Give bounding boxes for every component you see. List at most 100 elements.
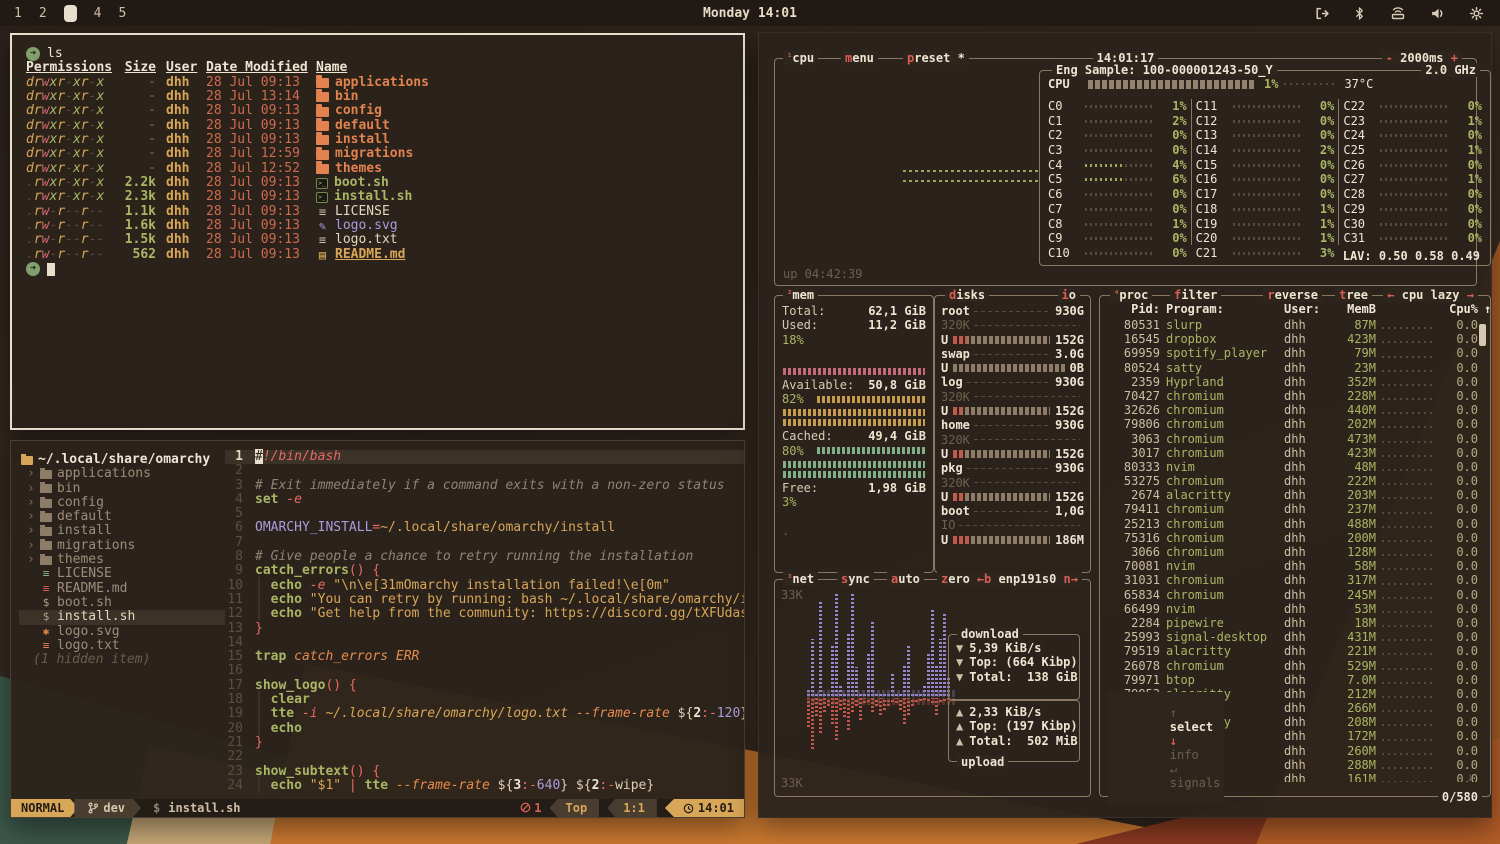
tree-item-boot.sh[interactable]: $boot.sh	[19, 596, 225, 610]
down-arrow-icon: ▼	[956, 655, 963, 669]
process-row[interactable]: 80524sattydhh23M0.0	[1108, 361, 1482, 375]
volume-icon[interactable]	[1430, 6, 1445, 21]
code-pane[interactable]: 1#!/bin/bash23# Exit immediately if a co…	[225, 441, 744, 799]
process-row[interactable]: 70427chromiumdhh228M0.0	[1108, 389, 1482, 403]
core-row: C201%	[1196, 231, 1335, 246]
filter-tab[interactable]: filter	[1170, 288, 1221, 302]
tree-item-applications[interactable]: ›applications	[19, 467, 225, 481]
desktop: 1245 Monday 14:01 ➜ ls Permissions Size …	[0, 0, 1500, 844]
net-box-title[interactable]: ³net	[783, 572, 818, 586]
disks-box: disks io root930G320KU152Gswap3.0GU0Blog…	[934, 295, 1091, 573]
bluetooth-icon[interactable]	[1353, 6, 1366, 21]
core-row: C20%	[1048, 128, 1187, 143]
core-grid: C01%C12%C20%C30%C44%C56%C60%C70%C81%C90%…	[1044, 99, 1486, 245]
code-line: 2	[225, 464, 744, 478]
core-row: C181%	[1196, 202, 1335, 217]
tree-tab[interactable]: tree	[1335, 288, 1372, 302]
disk-entry: pkg930G	[941, 461, 1084, 475]
proc-scrollbar[interactable]	[1479, 324, 1486, 346]
menu-tab[interactable]: menu	[841, 51, 878, 65]
process-row[interactable]: 53275chromiumdhh222M0.0	[1108, 474, 1482, 488]
disk-used-meter	[953, 364, 1064, 372]
command: ls	[47, 47, 63, 61]
core-row: C280%	[1343, 187, 1482, 202]
network-icon[interactable]	[1390, 6, 1406, 21]
tree-item-install.sh[interactable]: $install.sh	[19, 610, 225, 624]
sort-switcher[interactable]: ← cpu lazy →	[1383, 288, 1478, 302]
script-icon: $	[40, 596, 52, 610]
process-row[interactable]: 66499nvimdhh53M0.0	[1108, 602, 1482, 616]
prompt-line: ➜ ls	[26, 47, 729, 61]
reverse-tab[interactable]: reverse	[1263, 288, 1322, 302]
top-bar: 1245 Monday 14:01	[0, 0, 1500, 26]
disk-used-meter	[953, 336, 1050, 344]
prompt-arrow-icon: ➜	[26, 262, 40, 276]
tree-item-logo.txt[interactable]: ≡logo.txt	[19, 639, 225, 653]
download-graph	[807, 592, 957, 696]
folder-icon	[40, 499, 52, 508]
branch-icon	[88, 802, 98, 814]
btop-window[interactable]: ¹cpu menu preset * 14:01:17 - 2000ms + u…	[758, 32, 1492, 818]
signals-button[interactable]: signals	[1170, 776, 1221, 790]
process-row[interactable]: 32626chromiumdhh440M0.0	[1108, 403, 1482, 417]
process-row[interactable]: 2359Hyprlanddhh352M0.0	[1108, 375, 1482, 389]
process-row[interactable]: 80531slurpdhh87M0.0	[1108, 318, 1482, 332]
interface-switcher[interactable]: ←b enp191s0 n→	[973, 572, 1082, 586]
settings-icon[interactable]	[1469, 6, 1484, 21]
process-row[interactable]: 31031chromiumdhh317M0.0	[1108, 573, 1482, 587]
tree-item-LICENSE[interactable]: ≡LICENSE	[19, 567, 225, 581]
process-row[interactable]: 79971btopdhh7.0M0.0	[1108, 673, 1482, 687]
zero-tab[interactable]: zero	[937, 572, 974, 586]
process-row[interactable]: 16545dropboxdhh423M0.0	[1108, 332, 1482, 346]
process-row[interactable]: 25213chromiumdhh488M0.0	[1108, 517, 1482, 531]
process-row[interactable]: 3063chromiumdhh473M0.0	[1108, 432, 1482, 446]
tree-item-themes[interactable]: ›themes	[19, 553, 225, 567]
tree-item-logo.svg[interactable]: ✱logo.svg	[19, 625, 225, 639]
preset-tab[interactable]: preset *	[903, 51, 969, 65]
process-row[interactable]: 65834chromiumdhh245M0.0	[1108, 588, 1482, 602]
process-row[interactable]: 25993signal-desktopdhh431M0.0	[1108, 630, 1482, 644]
tree-item-default[interactable]: ›default	[19, 510, 225, 524]
code-line: 21}	[225, 736, 744, 750]
process-row[interactable]: 3017chromiumdhh423M0.0	[1108, 446, 1482, 460]
tree-item-install[interactable]: ›install	[19, 524, 225, 538]
auto-tab[interactable]: auto	[887, 572, 924, 586]
file-tree: ~/.local/share/omarchy›applications›bin›…	[11, 441, 225, 799]
error-icon	[520, 802, 531, 813]
tree-item-config[interactable]: ›config	[19, 496, 225, 510]
process-row[interactable]: 26078chromiumdhh529M0.0	[1108, 659, 1482, 673]
code-line: 12│ echo "Get help from the community: h…	[225, 607, 744, 621]
process-row[interactable]: 79519alacrittydhh221M0.0	[1108, 644, 1482, 658]
code-line: 23show_subtext() {	[225, 765, 744, 779]
sync-tab[interactable]: sync	[837, 572, 874, 586]
info-button[interactable]: info	[1170, 748, 1199, 762]
process-row[interactable]: 3066chromiumdhh128M0.0	[1108, 545, 1482, 559]
process-row[interactable]: 79411chromiumdhh237M0.0	[1108, 502, 1482, 516]
process-row[interactable]: 2284pipewiredhh18M0.0	[1108, 616, 1482, 630]
process-row[interactable]: 2674alacrittydhh203M0.0	[1108, 488, 1482, 502]
proc-box: ⁴proc filter reverse tree ← cpu lazy → P…	[1099, 295, 1491, 797]
tree-item-migrations[interactable]: ›migrations	[19, 539, 225, 553]
tree-root[interactable]: ~/.local/share/omarchy	[19, 453, 225, 467]
cpu-box-title[interactable]: ¹cpu	[783, 51, 818, 65]
mem-box-title[interactable]: ²mem	[783, 288, 818, 302]
process-row[interactable]: 69959spotify_playerdhh79M0.0	[1108, 346, 1482, 360]
process-row[interactable]: 70081nvimdhh58M0.0	[1108, 559, 1482, 573]
process-row[interactable]: 80333nvimdhh48M0.0	[1108, 460, 1482, 474]
prompt-line[interactable]: ➜	[26, 262, 729, 276]
logout-icon[interactable]	[1314, 6, 1329, 21]
readme-icon: ≡	[40, 582, 52, 596]
file-row: drwxr-xr-x-dhh28 Jul 09:13config	[26, 104, 729, 118]
code-line: 4set -e	[225, 493, 744, 507]
terminal-window[interactable]: ➜ ls Permissions Size User Date Modified…	[10, 33, 745, 430]
editor-window[interactable]: ~/.local/share/omarchy›applications›bin›…	[10, 440, 745, 818]
process-row[interactable]: 75316chromiumdhh200M0.0	[1108, 531, 1482, 545]
proc-box-title[interactable]: ⁴proc	[1110, 288, 1152, 302]
tree-item-bin[interactable]: ›bin	[19, 482, 225, 496]
select-button[interactable]: select	[1170, 720, 1213, 734]
tree-item-README.md[interactable]: ≡README.md	[19, 582, 225, 596]
core-row: C240%	[1343, 128, 1482, 143]
upload-baseline	[807, 698, 957, 705]
process-row[interactable]: 79806chromiumdhh202M0.0	[1108, 417, 1482, 431]
io-tab[interactable]: io	[1058, 288, 1080, 302]
